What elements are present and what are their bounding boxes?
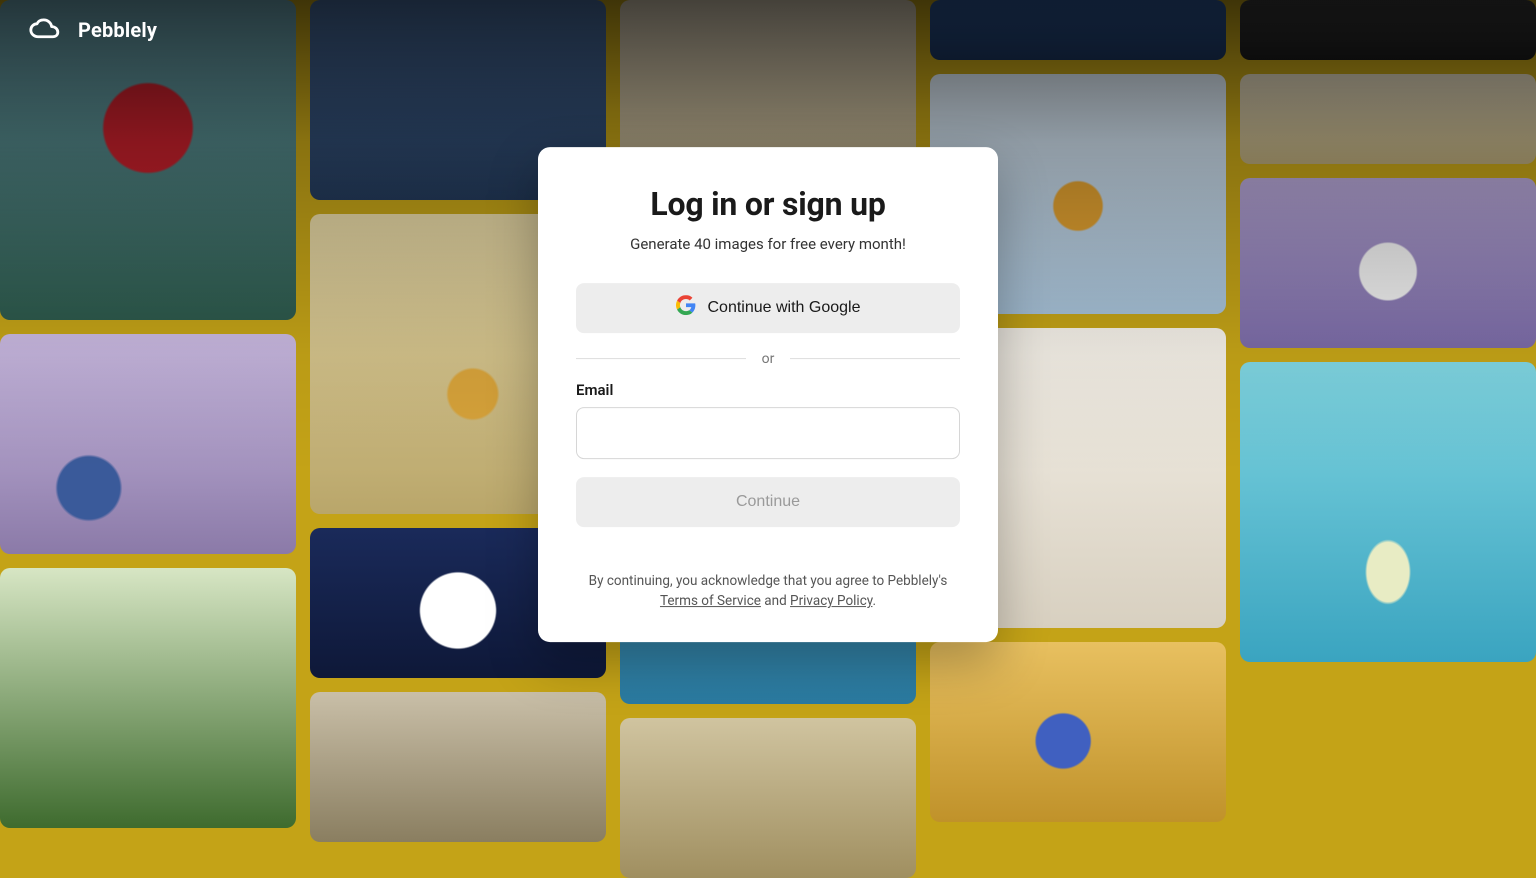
bg-tile	[620, 718, 916, 878]
continue-with-google-button[interactable]: Continue with Google	[576, 283, 960, 333]
terms-of-service-link[interactable]: Terms of Service	[660, 594, 761, 610]
email-label: Email	[576, 381, 960, 399]
divider-or: or	[576, 351, 960, 367]
bg-tile	[310, 692, 606, 842]
bg-tile	[1240, 362, 1536, 662]
or-label: or	[762, 351, 775, 367]
google-logo-icon	[676, 295, 696, 320]
auth-title: Log in or sign up	[576, 185, 960, 223]
header: Pebblely	[0, 0, 1536, 60]
legal-text: By continuing, you acknowledge that you …	[576, 571, 960, 613]
bg-tile	[0, 568, 296, 828]
bg-tile	[1240, 178, 1536, 348]
brand-name: Pebblely	[78, 18, 157, 42]
cloud-logo-icon	[28, 18, 64, 42]
google-button-label: Continue with Google	[708, 299, 861, 317]
email-field[interactable]	[576, 407, 960, 459]
privacy-policy-link[interactable]: Privacy Policy	[790, 594, 872, 610]
auth-modal: Log in or sign up Generate 40 images for…	[538, 147, 998, 643]
bg-tile	[1240, 74, 1536, 164]
bg-tile	[0, 334, 296, 554]
auth-subtitle: Generate 40 images for free every month!	[576, 235, 960, 253]
bg-tile	[930, 642, 1226, 822]
continue-button[interactable]: Continue	[576, 477, 960, 527]
